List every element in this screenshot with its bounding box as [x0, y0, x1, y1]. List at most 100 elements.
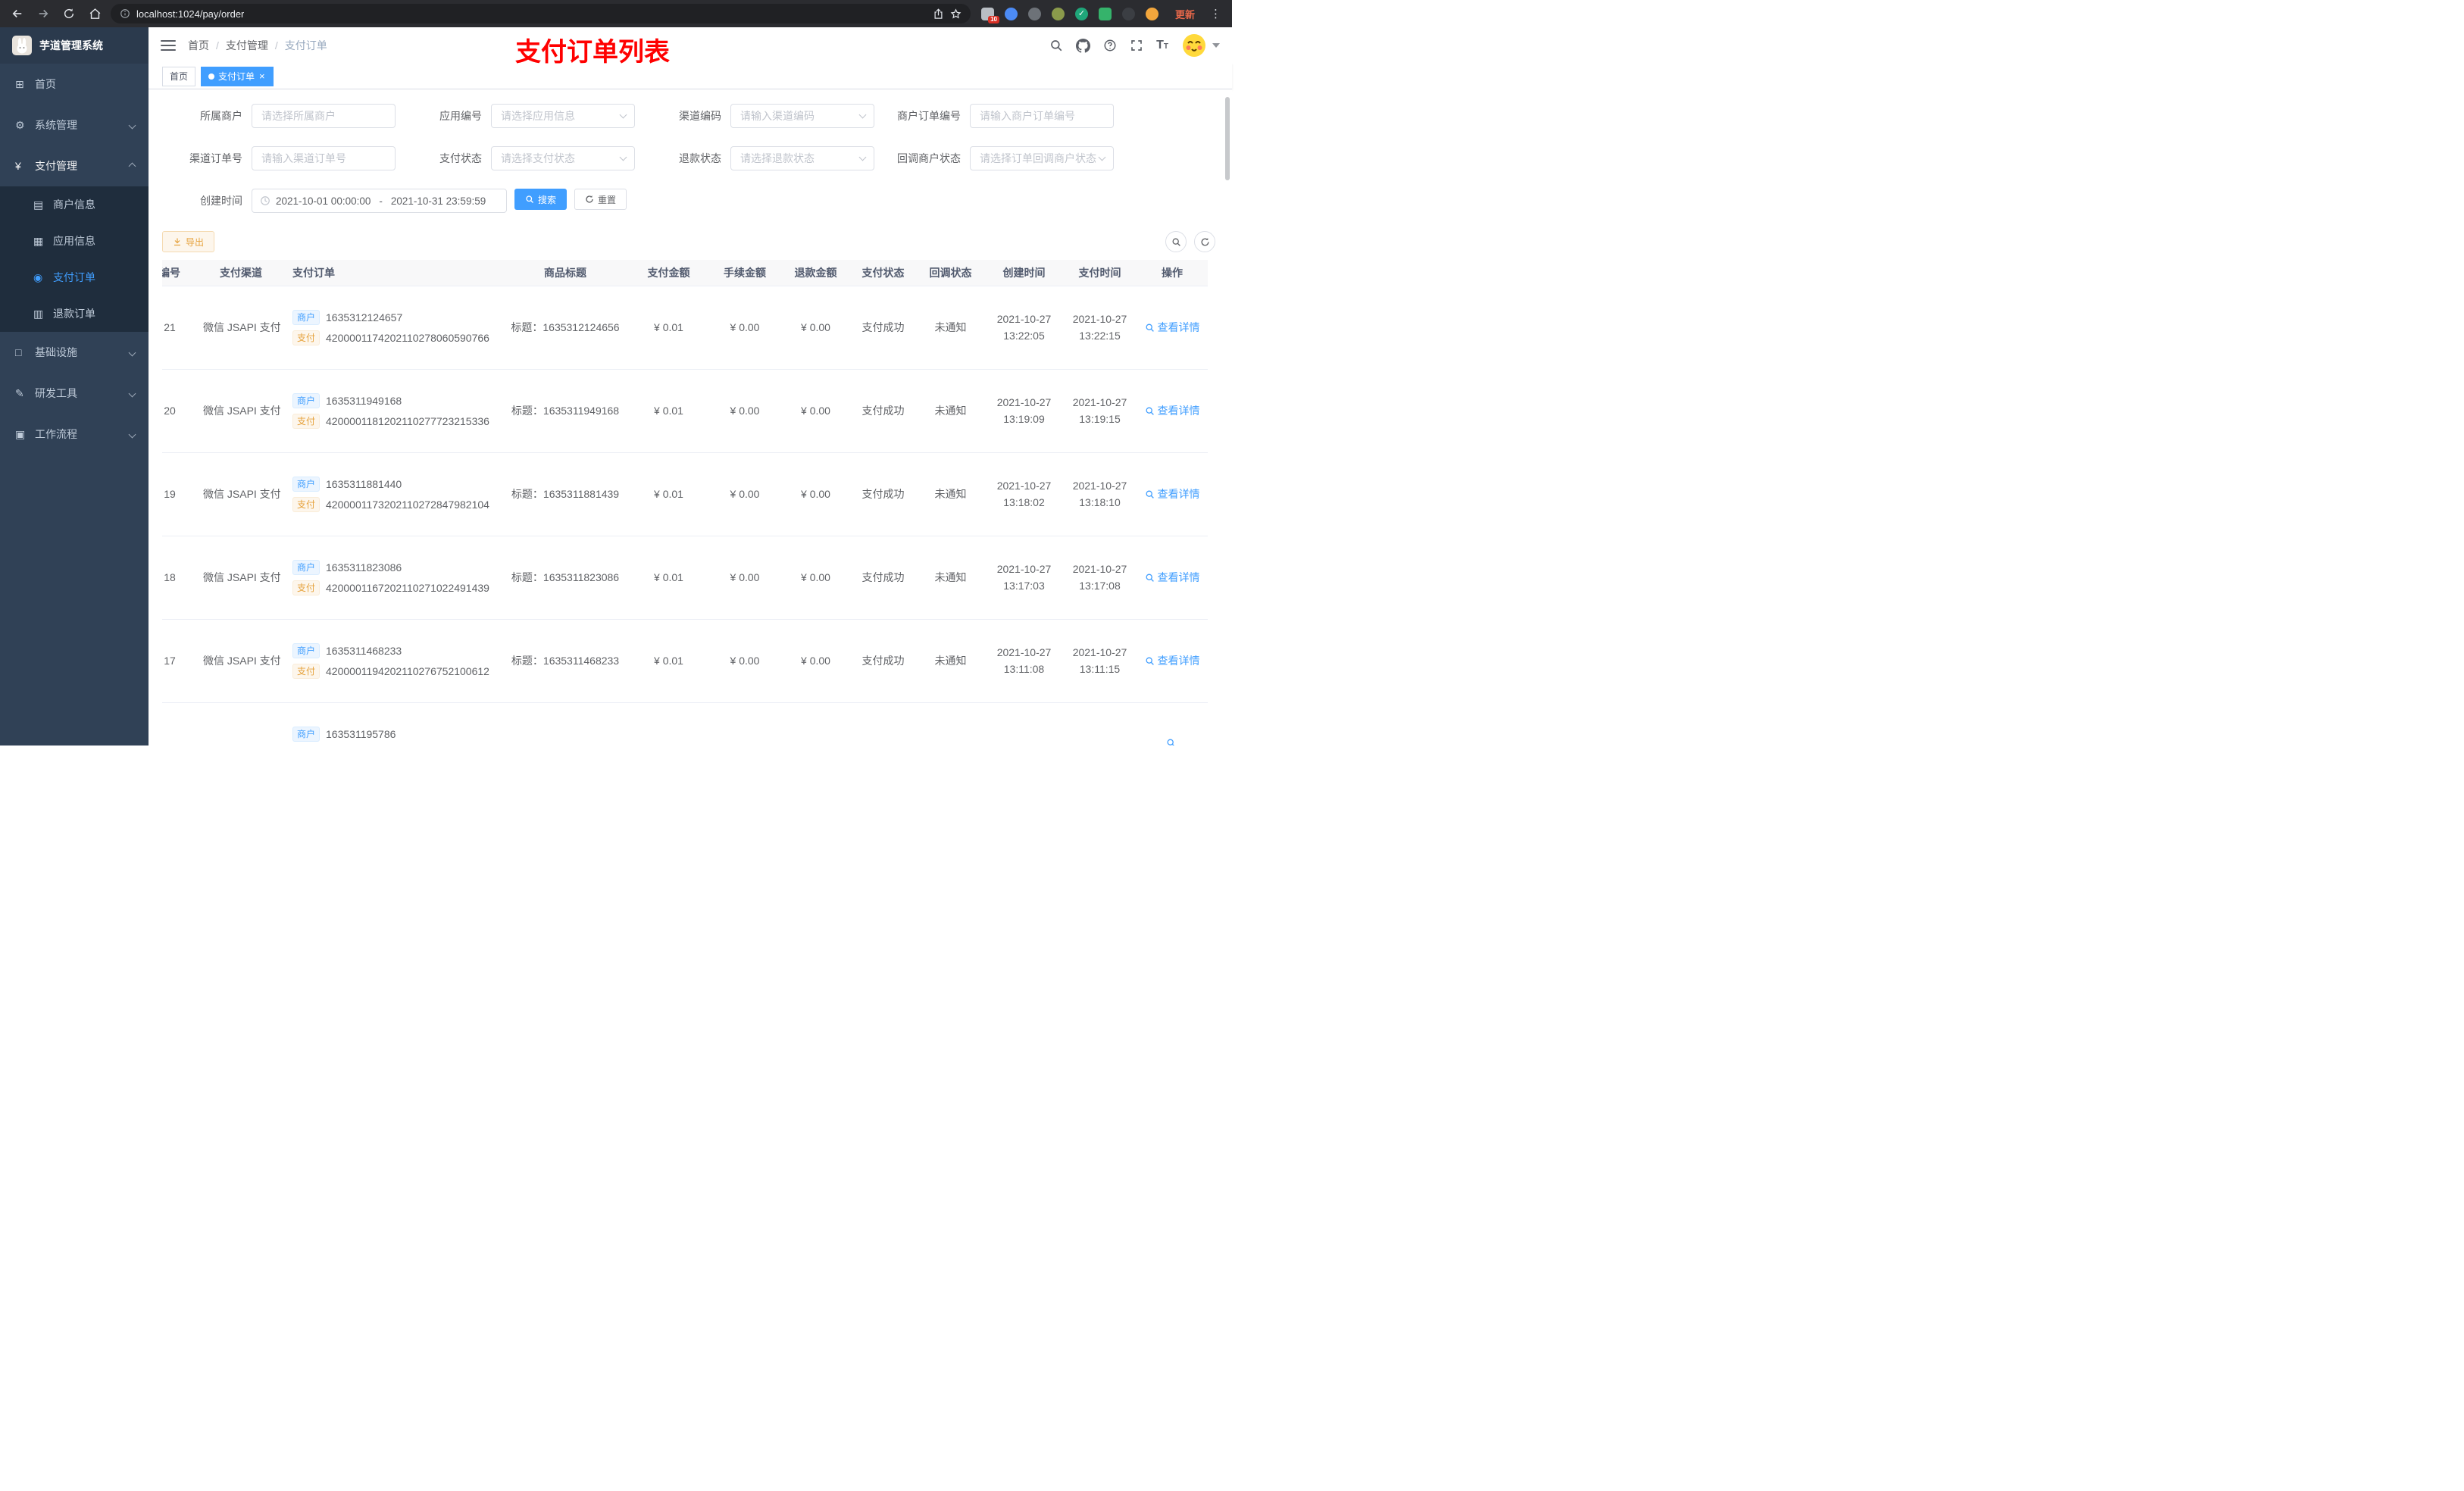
product-title-cell: 标题：1635311881439 [502, 452, 629, 536]
channel-code-input[interactable] [730, 104, 874, 128]
pay-amount-cell: ¥ 0.01 [629, 452, 708, 536]
logo[interactable]: 芋道管理系统 [0, 27, 149, 64]
extension-icon[interactable] [1145, 7, 1159, 20]
breadcrumb-payment-orders: 支付订单 [284, 39, 327, 52]
sidebar-item-app-info[interactable]: ▦ 应用信息 [0, 223, 149, 259]
sidebar-item-payment-management[interactable]: ¥ 支付管理 [0, 145, 149, 186]
merchant-select-input[interactable] [252, 104, 396, 128]
tab-payment-orders[interactable]: 支付订单 × [201, 66, 274, 86]
time-value: 13:19:15 [1079, 413, 1121, 425]
refresh-table-button[interactable] [1194, 231, 1215, 252]
fullscreen-icon[interactable] [1130, 39, 1143, 52]
sidebar-item-home[interactable]: ⊞ 首页 [0, 64, 149, 105]
pay-status-select[interactable] [491, 146, 635, 170]
search-button[interactable]: 搜索 [514, 189, 568, 210]
date-value: 2021-10-27 [1072, 646, 1127, 658]
pay-status-cell: 支付成功 [850, 452, 916, 536]
extension-icon[interactable] [1027, 7, 1041, 20]
pay-tag: 支付 [292, 330, 321, 345]
sidebar-item-workflow[interactable]: ▣ 工作流程 [0, 414, 149, 455]
sidebar-item-infrastructure[interactable]: □ 基础设施 [0, 332, 149, 373]
order-target-icon: ◉ [33, 270, 43, 283]
sidebar-item-dev-tools[interactable]: ✎ 研发工具 [0, 373, 149, 414]
fee-amount-cell [708, 702, 781, 746]
sidebar-item-label: 工作流程 [35, 428, 77, 440]
extension-icon[interactable] [1051, 7, 1065, 20]
pay-status-cell: 支付成功 [850, 536, 916, 620]
date-value: 2021-10-27 [996, 480, 1052, 492]
breadcrumb-separator: / [274, 39, 278, 52]
breadcrumb-separator: / [216, 39, 219, 52]
search-icon [1146, 490, 1154, 499]
bookmark-star-icon[interactable] [950, 8, 962, 20]
sidebar-item-payment-orders[interactable]: ◉ 支付订单 [0, 259, 149, 295]
pay-status-cell [850, 702, 916, 746]
search-icon [1146, 657, 1154, 665]
merchant-order-no-input[interactable] [970, 104, 1114, 128]
sidebar: 芋道管理系统 ⊞ 首页 ⚙ 系统管理 ¥ 支付管理 ▤ 商户信息 ▦ 应用信息 … [0, 27, 149, 746]
extensions-strip: 10 ✓ [977, 7, 1163, 23]
view-detail-link[interactable] [1166, 738, 1179, 746]
channel-cell: 微信 JSAPI 支付 [200, 369, 282, 453]
notify-status-select[interactable] [970, 146, 1114, 170]
breadcrumb-home[interactable]: 首页 [188, 38, 209, 53]
pay-time-cell: 2021-10-27 13:17:08 [1063, 536, 1137, 620]
forward-icon[interactable] [33, 4, 53, 23]
search-toggle-button[interactable] [1165, 231, 1187, 252]
pay-tag: 支付 [292, 413, 321, 429]
close-icon[interactable]: × [258, 71, 266, 81]
extension-icon[interactable]: 10 [980, 7, 999, 23]
sidebar-item-refund-orders[interactable]: ▥ 退款订单 [0, 295, 149, 332]
sidebar-item-label: 退款订单 [53, 308, 95, 320]
col-refund-amount: 退款金额 [781, 260, 850, 286]
search-icon [1146, 574, 1154, 582]
view-detail-link[interactable]: 查看详情 [1145, 570, 1200, 585]
share-icon[interactable] [933, 8, 944, 20]
back-icon[interactable] [8, 4, 27, 23]
user-menu[interactable] [1181, 33, 1220, 58]
view-detail-link[interactable]: 查看详情 [1145, 403, 1200, 418]
reset-button[interactable]: 重置 [574, 189, 627, 210]
view-detail-link[interactable]: 查看详情 [1145, 320, 1200, 335]
orders-table-wrapper[interactable]: 编号 支付渠道 支付订单 商品标题 支付金额 手续金额 退款金额 支付状态 回调… [162, 260, 1215, 746]
extension-icon[interactable] [1004, 7, 1018, 20]
breadcrumb-payment-management[interactable]: 支付管理 [226, 38, 268, 53]
help-icon[interactable] [1103, 39, 1117, 52]
pin-extension-icon[interactable] [1121, 7, 1135, 20]
date-value: 2021-10-27 [1072, 563, 1127, 575]
col-fee-amount: 手续金额 [708, 260, 781, 286]
channel-order-no-input[interactable] [252, 146, 396, 170]
sidebar-item-merchant-info[interactable]: ▤ 商户信息 [0, 186, 149, 223]
github-icon[interactable] [1076, 38, 1091, 53]
extension-check-icon[interactable]: ✓ [1074, 7, 1088, 20]
browser-update-button[interactable]: 更新 [1169, 5, 1201, 23]
app-select-input[interactable] [491, 104, 635, 128]
site-info-icon[interactable] [120, 8, 130, 19]
font-size-icon[interactable]: TT [1156, 39, 1168, 52]
time-value: 13:22:15 [1079, 330, 1121, 342]
sidebar-toggle-icon[interactable] [161, 37, 176, 54]
url-text[interactable]: localhost:1024/pay/order [136, 8, 244, 20]
refund-status-select[interactable] [730, 146, 874, 170]
merchant-card-icon: ▤ [33, 198, 44, 211]
extension-icon[interactable] [1098, 7, 1112, 20]
sidebar-item-system-management[interactable]: ⚙ 系统管理 [0, 105, 149, 145]
export-button[interactable]: 导出 [162, 231, 215, 252]
refresh-icon[interactable] [59, 4, 79, 23]
home-icon[interactable] [85, 4, 105, 23]
filter-label: 应用编号 [439, 110, 482, 122]
view-detail-link[interactable]: 查看详情 [1145, 486, 1200, 502]
channel-pay-no: 4200001174202110278060590766 [326, 331, 489, 344]
page-scrollbar[interactable] [1225, 97, 1230, 180]
search-button-label: 搜索 [538, 194, 557, 205]
create-time-range-picker[interactable]: 2021-10-01 00:00:00 - 2021-10-31 23:59:5… [252, 189, 507, 213]
search-icon[interactable] [1049, 39, 1063, 52]
view-detail-link[interactable]: 查看详情 [1145, 653, 1200, 668]
tab-home[interactable]: 首页 [162, 66, 196, 86]
browser-menu-icon[interactable]: ⋮ [1207, 7, 1224, 20]
pay-order-cell: 商户 1635311823086 支付 42000011672021102710… [282, 536, 502, 620]
address-bar[interactable]: localhost:1024/pay/order [111, 4, 971, 23]
notify-status-cell: 未通知 [916, 619, 985, 703]
pay-time-cell: 2021-10-27 13:22:15 [1063, 286, 1137, 370]
merchant-order-no: 1635311823086 [326, 561, 402, 574]
